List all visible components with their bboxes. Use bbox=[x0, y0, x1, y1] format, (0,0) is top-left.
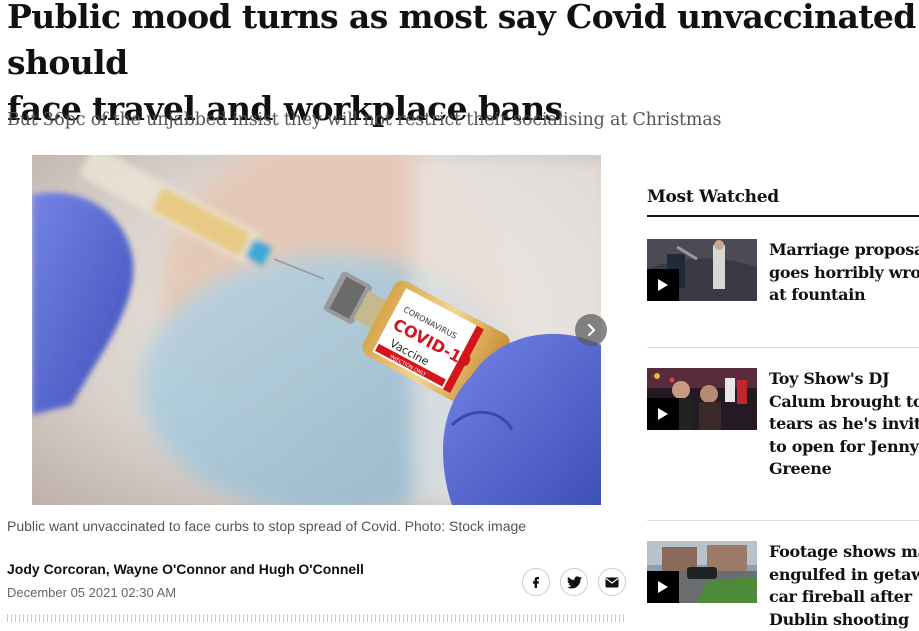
play-button[interactable] bbox=[647, 571, 679, 603]
most-watched-title: Most Watched bbox=[647, 187, 779, 207]
item-2-line-2: Calum brought to bbox=[769, 391, 919, 411]
dotted-divider bbox=[7, 614, 625, 622]
twitter-icon bbox=[566, 575, 582, 588]
separator bbox=[647, 347, 919, 348]
most-watched-rule bbox=[647, 215, 919, 217]
facebook-icon bbox=[533, 577, 539, 588]
share-twitter-button[interactable] bbox=[560, 568, 588, 596]
play-button[interactable] bbox=[647, 398, 679, 430]
item-3-line-4: Dublin shooting bbox=[769, 609, 909, 629]
video-thumbnail-2[interactable] bbox=[647, 368, 757, 430]
play-button[interactable] bbox=[647, 269, 679, 301]
video-thumbnail-1[interactable] bbox=[647, 239, 757, 301]
most-watched-item-2[interactable]: Toy Show's DJ Calum brought to tears as … bbox=[769, 368, 919, 481]
item-2-line-4: to open for Jenny bbox=[769, 436, 919, 456]
share-facebook-button[interactable] bbox=[522, 568, 550, 596]
vaccine-photo: CORONAVIRUS COVID-19 Vaccine INJECTION O… bbox=[32, 155, 601, 505]
email-icon bbox=[605, 577, 619, 587]
play-icon bbox=[658, 408, 668, 420]
item-2-line-1: Toy Show's DJ bbox=[769, 369, 890, 388]
item-1-line-2: goes horribly wrong bbox=[769, 262, 919, 282]
article-subhead: But 36pc of the unjabbed insist they wil… bbox=[7, 110, 722, 130]
play-icon bbox=[658, 279, 668, 291]
item-2-line-5: Greene bbox=[769, 459, 832, 478]
video-thumbnail-3[interactable] bbox=[647, 541, 757, 603]
most-watched-item-3[interactable]: Footage shows man engulfed in getaway ca… bbox=[769, 541, 919, 631]
item-1-line-1: Marriage proposal bbox=[769, 240, 919, 259]
separator bbox=[647, 520, 919, 521]
article-date: December 05 2021 02:30 AM bbox=[7, 585, 177, 600]
most-watched-item-1[interactable]: Marriage proposal goes horribly wrong at… bbox=[769, 239, 919, 307]
item-2-line-3: tears as he's invited bbox=[769, 414, 919, 433]
item-1-line-3: at fountain bbox=[769, 285, 866, 304]
item-3-line-1: Footage shows man bbox=[769, 542, 919, 561]
play-icon bbox=[658, 581, 668, 593]
share-email-button[interactable] bbox=[598, 568, 626, 596]
article-byline[interactable]: Jody Corcoran, Wayne O'Connor and Hugh O… bbox=[7, 561, 364, 577]
image-caption: Public want unvaccinated to face curbs t… bbox=[7, 518, 527, 534]
gallery-next-button[interactable] bbox=[575, 314, 607, 346]
item-3-line-2: engulfed in getaway bbox=[769, 564, 919, 584]
chevron-right-icon bbox=[587, 323, 596, 337]
hero-image: CORONAVIRUS COVID-19 Vaccine INJECTION O… bbox=[32, 155, 601, 505]
headline-line-1: Public mood turns as most say Covid unva… bbox=[7, 0, 916, 82]
item-3-line-3: car fireball after bbox=[769, 587, 912, 606]
